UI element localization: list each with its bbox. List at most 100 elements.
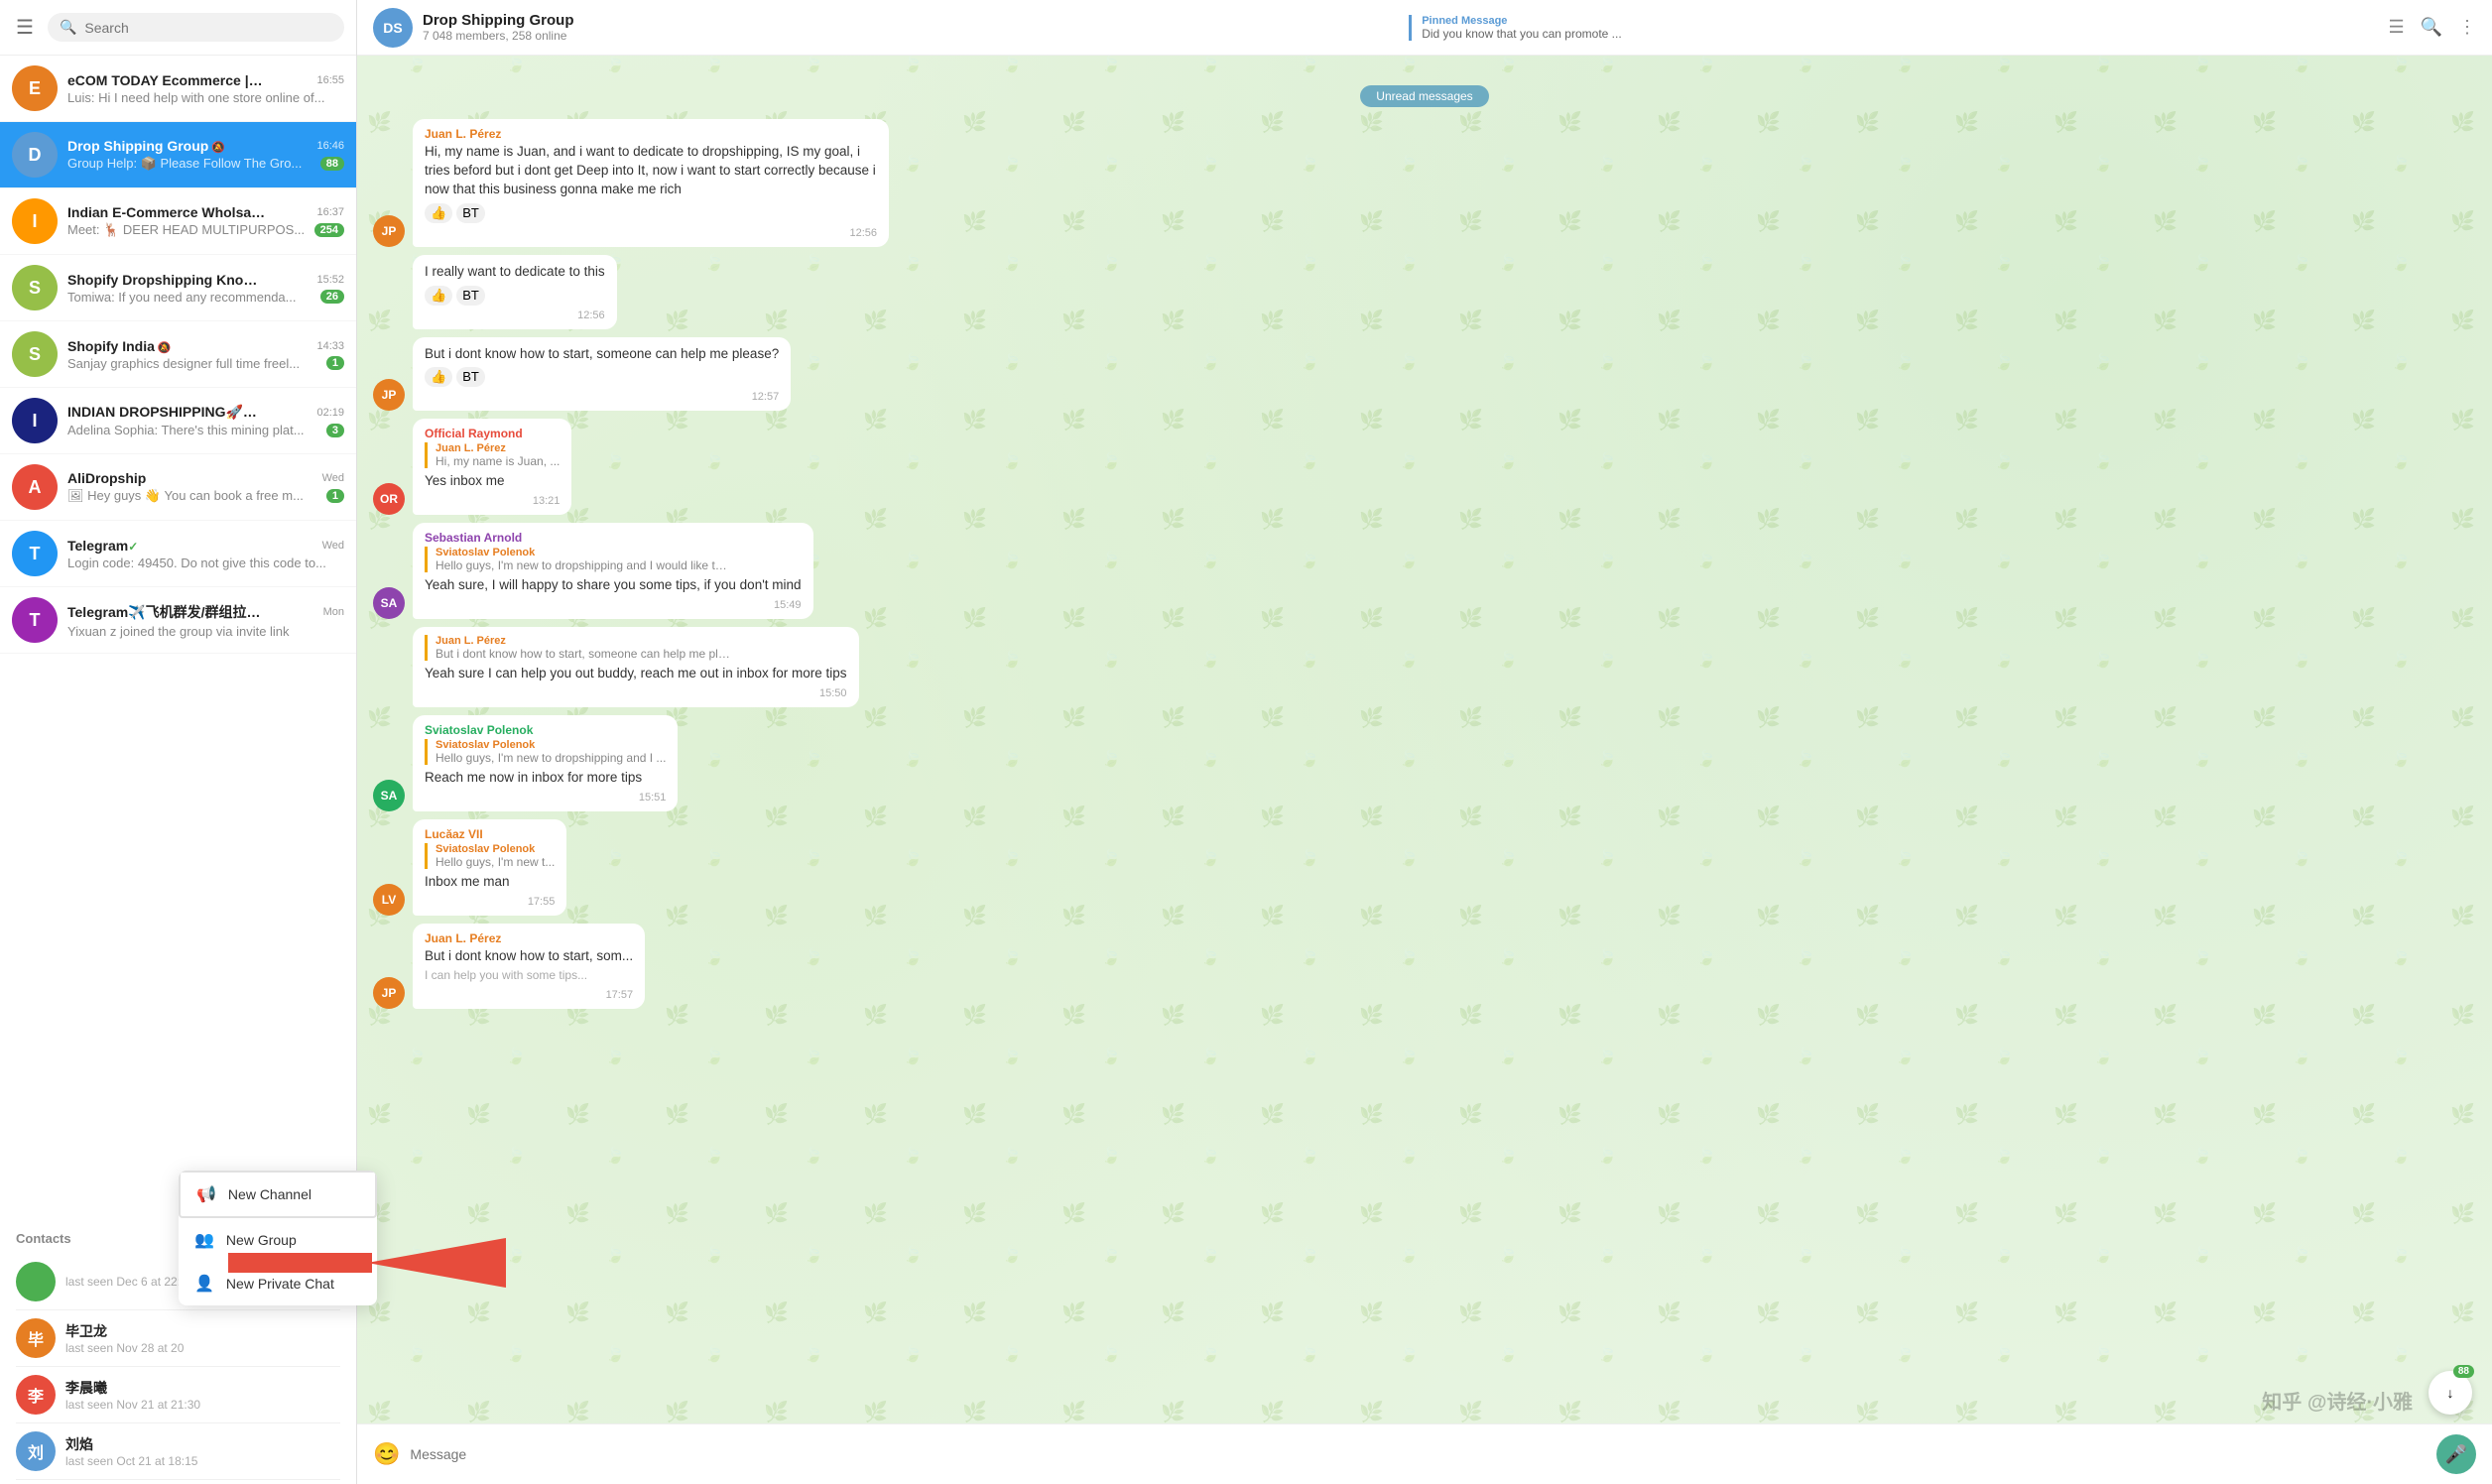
reaction[interactable]: 👍 (425, 367, 452, 387)
pinned-label: Pinned Message (1422, 15, 2388, 27)
reaction[interactable]: 👍 (425, 203, 452, 223)
chat-avatar: I (12, 398, 58, 443)
reaction[interactable]: BT (456, 203, 485, 223)
chat-time: 16:37 (316, 206, 344, 218)
menu-item-icon: 👤 (194, 1274, 214, 1294)
chat-time: 02:19 (316, 407, 344, 419)
chat-time: 16:46 (316, 140, 344, 152)
more-options-icon[interactable]: ⋮ (2458, 17, 2476, 38)
menu-item-label: New Private Chat (226, 1276, 334, 1292)
chat-item[interactable]: A AliDropship Wed 🖼 Hey guys 👋 You can b… (0, 454, 356, 521)
unread-badge: 88 (320, 157, 344, 171)
search-input[interactable] (84, 20, 332, 36)
message-row: SA Sebastian Arnold Sviatoslav Polenok H… (373, 523, 2476, 619)
chat-name: eCOM TODAY Ecommerce | ENG C...🔕 (67, 72, 266, 88)
contact-item[interactable]: 毕 毕卫龙 last seen Nov 28 at 20 (16, 1310, 340, 1367)
reaction[interactable]: BT (456, 286, 485, 306)
pinned-message-box[interactable]: Pinned Message Did you know that you can… (1409, 15, 2388, 41)
message-text: Yeah sure I can help you out buddy, reac… (425, 665, 847, 683)
message-bubble: Official Raymond Juan L. Pérez Hi, my na… (413, 419, 571, 515)
contact-avatar: 毕 (16, 1318, 56, 1358)
chat-item[interactable]: I Indian E-Commerce Wholsaler B2... 16:3… (0, 188, 356, 255)
message-sender: Juan L. Pérez (425, 931, 633, 945)
reaction[interactable]: 👍 (425, 286, 452, 306)
reply-sender: Juan L. Pérez (436, 635, 847, 647)
filter-icon[interactable]: ☰ (2388, 17, 2404, 38)
chat-avatar: S (12, 331, 58, 377)
message-row: JP Juan L. Pérez But i dont know how to … (373, 924, 2476, 1009)
reply-sender: Sviatoslav Polenok (436, 547, 802, 558)
contact-item[interactable]: 刘 刘焰 last seen Oct 21 at 18:15 (16, 1423, 340, 1480)
chat-item[interactable]: T Telegram✓ Wed Login code: 49450. Do no… (0, 521, 356, 587)
unread-badge: 1 (326, 356, 344, 370)
scroll-bottom-button[interactable]: ↓ 88 (2429, 1371, 2472, 1415)
chat-item[interactable]: S Shopify Dropshipping Knowledge ...🔕 15… (0, 255, 356, 321)
reactions: 👍BT (425, 203, 877, 223)
scroll-badge: 88 (2453, 1365, 2474, 1378)
contact-status: last seen Nov 28 at 20 (65, 1341, 340, 1355)
message-row: I really want to dedicate to this 👍BT 12… (373, 255, 2476, 329)
context-menu-item-new-channel[interactable]: 📢 New Channel (179, 1171, 377, 1218)
context-menu: 📢 New Channel 👥 New Group 👤 New Private … (179, 1171, 377, 1305)
main-chat: DS Drop Shipping Group 7 048 members, 25… (357, 0, 2492, 1484)
message-text: Hi, my name is Juan, and i want to dedic… (425, 143, 877, 199)
reply-sender: Juan L. Pérez (436, 442, 560, 454)
message-time: 12:56 (425, 309, 605, 321)
chat-time: 14:33 (316, 340, 344, 352)
message-row: JP Juan L. Pérez Hi, my name is Juan, an… (373, 119, 2476, 247)
chat-preview: Login code: 49450. Do not give this code… (67, 556, 326, 570)
message-input[interactable] (410, 1446, 2427, 1462)
chat-preview: Luis: Hi I need help with one store onli… (67, 90, 324, 105)
chat-preview: Group Help: 📦 Please Follow The Gro... (67, 156, 302, 172)
context-menu-item-new-private[interactable]: 👤 New Private Chat (179, 1262, 377, 1305)
context-menu-item-new-group[interactable]: 👥 New Group (179, 1218, 377, 1262)
search-icon: 🔍 (60, 19, 76, 36)
chat-item[interactable]: T Telegram✈️飞机群发/群组拉人/群... ✓✓ Mon Yixuan… (0, 587, 356, 654)
contact-info: 刘焰 last seen Oct 21 at 18:15 (65, 1434, 340, 1468)
hamburger-menu-icon[interactable]: ☰ (12, 11, 38, 44)
message-bubble: I really want to dedicate to this 👍BT 12… (413, 255, 617, 329)
reply-text: But i dont know how to start, someone ca… (436, 647, 733, 661)
unread-badge: 1 (326, 489, 344, 503)
scroll-to-bottom: ↓ 88 (2429, 1371, 2472, 1415)
message-text: I really want to dedicate to this (425, 263, 605, 282)
chat-item[interactable]: I INDIAN DROPSHIPPING🚀🐿🔕 02:19 Adelina S… (0, 388, 356, 454)
message-avatar: SA (373, 587, 405, 619)
message-text: But i dont know how to start, som...I ca… (425, 947, 633, 985)
message-time: 15:50 (425, 687, 847, 699)
chat-item[interactable]: D Drop Shipping Group🔕 16:46 Group Help:… (0, 122, 356, 188)
search-box[interactable]: 🔍 (48, 13, 344, 42)
search-chat-icon[interactable]: 🔍 (2421, 17, 2442, 38)
menu-item-label: New Group (226, 1232, 297, 1248)
message-row: LV Lucăaz VII Sviatoslav Polenok Hello g… (373, 819, 2476, 916)
chat-item[interactable]: E eCOM TODAY Ecommerce | ENG C...🔕 16:55… (0, 56, 356, 122)
chat-avatar: S (12, 265, 58, 310)
chat-time: 15:52 (316, 274, 344, 286)
chat-preview: Adelina Sophia: There's this mining plat… (67, 423, 305, 437)
chat-avatar: T (12, 597, 58, 643)
contact-name: 李晨曦 (65, 1378, 340, 1398)
chat-avatar: I (12, 198, 58, 244)
reply-text: Hello guys, I'm new to dropshipping and … (436, 558, 733, 572)
contact-status: last seen Oct 21 at 18:15 (65, 1454, 340, 1468)
mic-button[interactable]: 🎤 (2436, 1434, 2476, 1474)
reply-text: Hi, my name is Juan, ... (436, 454, 560, 468)
chat-info: Telegram✓ Wed Login code: 49450. Do not … (67, 538, 344, 570)
message-row: JP But i dont know how to start, someone… (373, 337, 2476, 412)
chat-info: AliDropship Wed 🖼 Hey guys 👋 You can boo… (67, 470, 344, 504)
message-bubble: Juan L. Pérez Hi, my name is Juan, and i… (413, 119, 889, 247)
chat-item[interactable]: S Shopify India🔕 14:33 Sanjay graphics d… (0, 321, 356, 388)
reactions: 👍BT (425, 286, 605, 306)
chat-name: Shopify India🔕 (67, 338, 172, 354)
message-avatar: JP (373, 215, 405, 247)
emoji-button[interactable]: 😊 (373, 1441, 400, 1467)
chat-preview: Yixuan z joined the group via invite lin… (67, 624, 290, 639)
contact-avatar: 刘 (16, 1431, 56, 1471)
contact-item[interactable]: 李 李晨曦 last seen Nov 21 at 21:30 (16, 1367, 340, 1423)
chat-header-info: Drop Shipping Group 7 048 members, 258 o… (423, 12, 1389, 43)
chat-avatar: A (12, 464, 58, 510)
chat-preview: 🖼 Hey guys 👋 You can book a free m... (67, 488, 304, 504)
message-input-area: 😊 🎤 (357, 1423, 2492, 1484)
reaction[interactable]: BT (456, 367, 485, 387)
message-avatar: LV (373, 884, 405, 916)
